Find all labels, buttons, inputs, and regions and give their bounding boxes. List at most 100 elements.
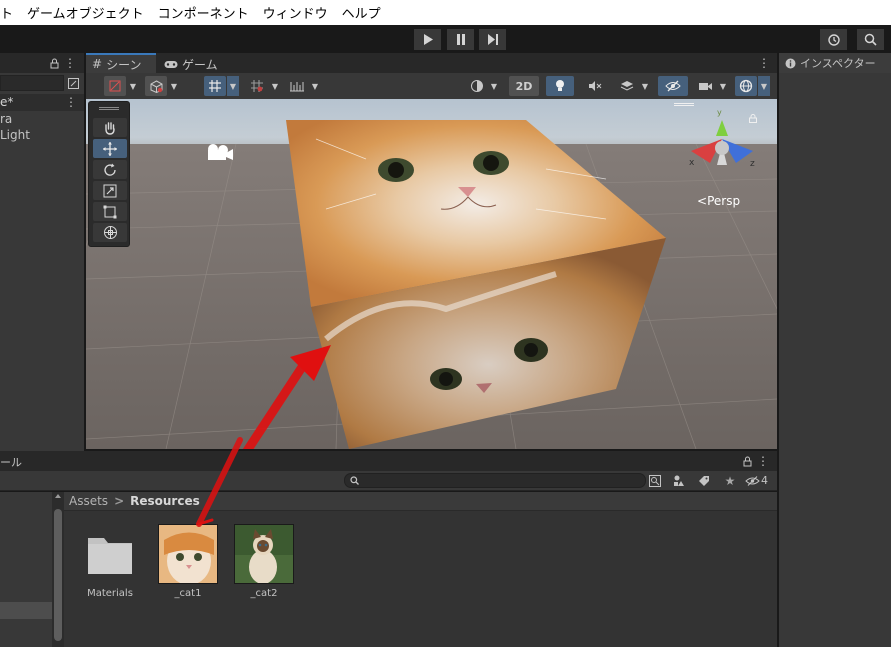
increment-snap-button[interactable]	[286, 76, 308, 96]
breadcrumb-current[interactable]: Resources	[130, 494, 200, 508]
2d-toggle-button[interactable]: 2D	[509, 76, 539, 96]
info-icon	[785, 58, 796, 69]
step-button[interactable]	[479, 29, 506, 50]
lock-icon[interactable]	[48, 56, 60, 70]
tab-scene[interactable]: # シーン	[86, 53, 156, 73]
menu-item-window[interactable]: ウィンドウ	[256, 3, 335, 22]
filter-by-label-icon[interactable]	[697, 473, 711, 488]
tools-overlay	[88, 101, 130, 247]
tab-inspector[interactable]: インスペクター	[779, 53, 891, 73]
hierarchy-item-light[interactable]: Light	[0, 128, 30, 142]
effects-dropdown[interactable]: ▼	[639, 76, 651, 96]
hierarchy-search-input[interactable]	[0, 75, 64, 91]
asset-texture-cat1[interactable]	[158, 524, 218, 584]
eye-hidden-icon	[665, 80, 681, 92]
render-mode-button[interactable]	[145, 76, 167, 96]
scene-visibility-button[interactable]	[658, 76, 688, 96]
grid-toggle-dropdown[interactable]: ▼	[227, 76, 239, 96]
asset-label-materials: Materials	[87, 588, 133, 599]
scene-render: x z y	[86, 99, 777, 449]
snap-button[interactable]	[246, 76, 268, 96]
scene-menu-icon[interactable]: ⋮	[65, 95, 77, 109]
viewport-handle-icon	[674, 103, 694, 106]
camera-settings-dropdown[interactable]: ▼	[717, 76, 729, 96]
project-search-input[interactable]	[344, 473, 646, 488]
menu-item-component[interactable]: コンポーネント	[151, 3, 256, 22]
hand-tool-button[interactable]	[93, 118, 127, 137]
camera-icon	[698, 82, 712, 90]
lightbulb-icon	[556, 80, 564, 91]
menu-item-gameobject[interactable]: ゲームオブジェクト	[20, 3, 151, 22]
pause-icon	[456, 34, 465, 45]
project-lock-icon[interactable]	[741, 454, 753, 468]
camera-settings-button[interactable]	[694, 76, 716, 96]
hidden-packages-toggle[interactable]: 4	[745, 473, 775, 488]
shading-dropdown[interactable]: ▼	[488, 76, 500, 96]
tree-scrollbar-thumb[interactable]	[54, 509, 62, 641]
breadcrumb-root[interactable]: Assets	[69, 494, 108, 508]
history-button[interactable]	[820, 29, 847, 50]
ruler-icon	[290, 82, 304, 92]
filter-by-type-icon[interactable]	[672, 473, 686, 488]
cat1-thumbnail	[159, 525, 217, 583]
transform-tool-button[interactable]	[93, 223, 127, 242]
scene-viewport[interactable]: x z y <Persp	[86, 99, 777, 449]
tree-selected-row[interactable]	[0, 602, 52, 619]
play-icon	[423, 34, 433, 45]
move-tool-button[interactable]	[93, 139, 127, 158]
draw-mode-button[interactable]	[104, 76, 126, 96]
effects-button[interactable]	[616, 76, 638, 96]
project-search-icon	[350, 476, 359, 485]
grid-toggle-button[interactable]	[204, 76, 226, 96]
lighting-toggle-button[interactable]	[546, 76, 574, 96]
gizmo-lock-icon[interactable]	[748, 113, 758, 123]
tree-scrollbar[interactable]	[52, 492, 64, 647]
asset-texture-cat2[interactable]	[234, 524, 294, 584]
menu-item-edit-fragment[interactable]: ト	[0, 3, 20, 22]
scene-tabbar: # シーン ゲーム ⋮	[86, 53, 777, 73]
tab-project-label[interactable]: ール	[0, 454, 22, 470]
breadcrumb: Assets > Resources	[64, 492, 777, 511]
scene-kebab-icon[interactable]: ⋮	[758, 56, 770, 70]
shading-sphere-icon	[471, 80, 483, 92]
gizmos-dropdown[interactable]: ▼	[758, 76, 770, 96]
shading-button[interactable]	[466, 76, 488, 96]
audio-toggle-button[interactable]	[583, 76, 607, 96]
inspector-panel	[779, 73, 891, 647]
rect-transform-icon	[103, 205, 117, 218]
create-icon[interactable]	[66, 76, 80, 90]
eye-hidden-icon	[745, 475, 760, 486]
increment-snap-dropdown[interactable]: ▼	[309, 76, 321, 96]
main-toolbar	[0, 25, 891, 53]
search-by-type-icon[interactable]	[648, 473, 662, 488]
cat2-thumbnail	[235, 525, 293, 583]
draw-mode-dropdown[interactable]: ▼	[127, 76, 139, 96]
search-button[interactable]	[857, 29, 884, 50]
scroll-up-arrow-icon[interactable]	[55, 494, 61, 498]
tab-game[interactable]: ゲーム	[158, 55, 228, 74]
play-button[interactable]	[414, 29, 441, 50]
projection-label[interactable]: <Persp	[697, 194, 740, 208]
asset-folder-materials[interactable]	[80, 526, 140, 586]
scale-icon	[103, 184, 117, 197]
grid-snap-icon	[209, 80, 221, 92]
scale-tool-button[interactable]	[93, 181, 127, 200]
project-kebab-icon[interactable]: ⋮	[757, 454, 769, 468]
hand-icon	[105, 121, 115, 135]
gizmos-button[interactable]	[735, 76, 757, 96]
favorite-star-icon[interactable]: ★	[723, 473, 737, 488]
snap-dropdown[interactable]: ▼	[269, 76, 281, 96]
hierarchy-item-camera[interactable]: ra	[0, 112, 12, 126]
grid-icon: #	[92, 57, 103, 71]
kebab-menu-icon[interactable]: ⋮	[64, 56, 76, 70]
overlay-grip-icon[interactable]	[99, 107, 119, 110]
rect-tool-button[interactable]	[93, 202, 127, 221]
render-mode-dropdown[interactable]: ▼	[168, 76, 180, 96]
pause-button[interactable]	[447, 29, 474, 50]
menu-item-help[interactable]: ヘルプ	[335, 3, 388, 22]
hierarchy-scene-row[interactable]: e* ⋮	[0, 94, 84, 111]
gizmo-axis-z: z	[750, 159, 755, 169]
rotate-tool-button[interactable]	[93, 160, 127, 179]
projection-text: Persp	[707, 194, 741, 208]
project-toolbar: ★ 4	[0, 471, 777, 491]
